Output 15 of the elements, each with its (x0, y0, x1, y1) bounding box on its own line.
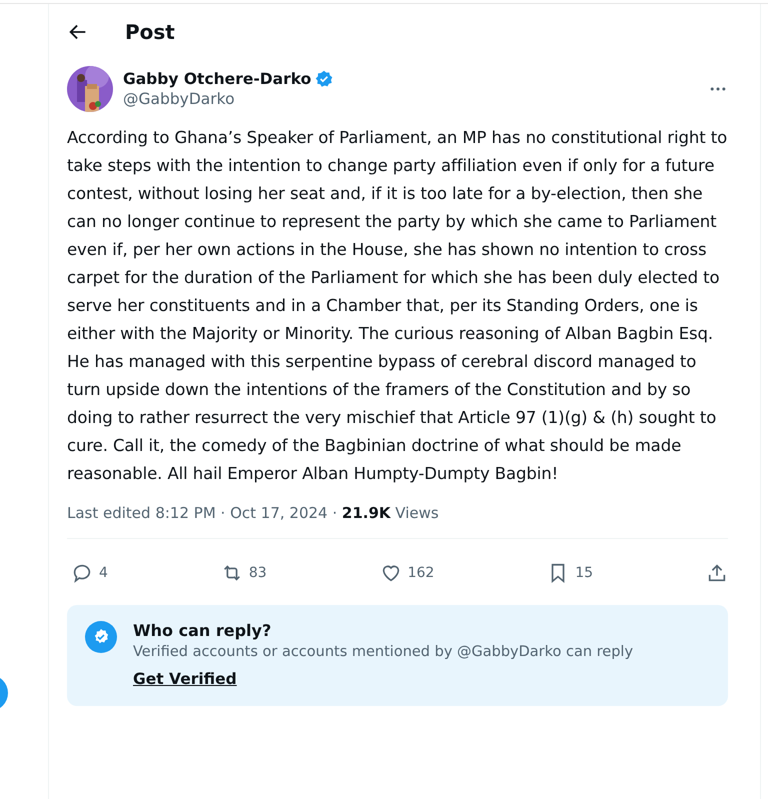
author-handle[interactable]: @GabbyDarko (123, 90, 698, 108)
page-title: Post (125, 20, 175, 44)
notice-title: Who can reply? (133, 621, 272, 640)
reply-icon (71, 562, 93, 584)
author-name[interactable]: Gabby Otchere-Darko (123, 70, 312, 88)
verified-check-icon (85, 621, 117, 653)
like-button[interactable]: 162 (380, 553, 434, 593)
get-verified-link[interactable]: Get Verified (133, 670, 634, 688)
post-text: According to Ghana’s Speaker of Parliament, an MP has no constitutional right to take steps with the intention to change party affiliation even if only for a future contest, without losing her seat and, if it is too late for a by-election, then she can no longer continue to represent the party by which she came to Parliament even if, per her own actions in the House, she has shown no intention to cross carpet for the duration of the Parliament for which she has been duly elected to serve her constituents and in a Chamber that, per its Standing Orders, one is either with the Majority or Minority. The curious reasoning of Alban Bagbin Esq. He has managed with this serpentine bypass of cerebral discord managed to turn upside down the intentions of the framers of the Constitution and by so doing to rather resurrect the very mischief that Article 97 (1)(g) & (h) sought to cure. Call it, the comedy of the Bagbinian doctrine of what should be made reasonable. All hail Emperor Alban Humpty-Dumpty Bagbin! (67, 127, 728, 485)
repost-button[interactable]: 83 (220, 553, 267, 593)
bookmark-button[interactable]: 15 (547, 553, 594, 593)
reply-button[interactable]: 4 (71, 553, 108, 593)
post-meta: Last edited 8:12 PM · Oct 17, 2024 · 21.9K Views (67, 504, 440, 522)
notice-text: Verified accounts or accounts mentioned by @GabbyDarko can reply (133, 644, 634, 660)
share-icon (706, 562, 728, 584)
